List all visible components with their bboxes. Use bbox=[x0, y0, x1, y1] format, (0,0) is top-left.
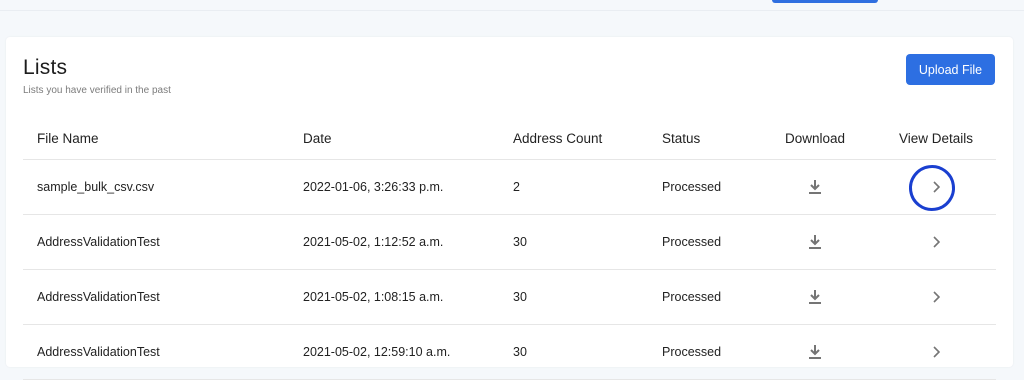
table-row: AddressValidationTest 2021-05-02, 1:08:1… bbox=[23, 270, 996, 325]
row-file-name: AddressValidationTest bbox=[37, 345, 160, 359]
header-download: Download bbox=[784, 130, 846, 146]
row-view-details-cell bbox=[889, 215, 983, 269]
download-icon[interactable] bbox=[803, 340, 827, 364]
row-view-details-cell bbox=[889, 325, 983, 379]
row-address-count: 2 bbox=[513, 180, 520, 194]
page-subtitle: Lists you have verified in the past bbox=[23, 85, 171, 96]
chevron-right-icon[interactable] bbox=[924, 340, 948, 364]
row-file-name: sample_bulk_csv.csv bbox=[37, 180, 155, 194]
chevron-right-icon[interactable] bbox=[924, 285, 948, 309]
top-bar-button[interactable] bbox=[772, 0, 878, 3]
row-status: Processed bbox=[662, 180, 722, 194]
row-date: 2021-05-02, 12:59:10 a.m. bbox=[303, 345, 451, 359]
chevron-right-icon[interactable] bbox=[924, 230, 948, 254]
table-row: sample_bulk_csv.csv 2022-01-06, 3:26:33 … bbox=[23, 160, 996, 215]
page-title: Lists bbox=[23, 56, 68, 79]
row-download-cell bbox=[775, 270, 855, 324]
row-view-details-cell bbox=[889, 270, 983, 324]
row-status: Processed bbox=[662, 345, 722, 359]
row-status: Processed bbox=[662, 290, 722, 304]
header-date: Date bbox=[303, 130, 332, 146]
download-icon[interactable] bbox=[803, 230, 827, 254]
header-status: Status bbox=[662, 130, 701, 146]
row-address-count: 30 bbox=[513, 345, 527, 359]
row-address-count: 30 bbox=[513, 290, 527, 304]
row-address-count: 30 bbox=[513, 235, 527, 249]
row-download-cell bbox=[775, 325, 855, 379]
row-status: Processed bbox=[662, 235, 722, 249]
lists-table: File Name Date Address Count Status Down… bbox=[23, 117, 996, 380]
row-date: 2022-01-06, 3:26:33 p.m. bbox=[303, 180, 444, 194]
row-file-name: AddressValidationTest bbox=[37, 290, 160, 304]
row-file-name: AddressValidationTest bbox=[37, 235, 160, 249]
header-address-count: Address Count bbox=[513, 130, 603, 146]
download-icon[interactable] bbox=[803, 175, 827, 199]
table-header-row: File Name Date Address Count Status Down… bbox=[23, 117, 996, 160]
row-download-cell bbox=[775, 160, 855, 214]
download-icon[interactable] bbox=[803, 285, 827, 309]
row-date: 2021-05-02, 1:12:52 a.m. bbox=[303, 235, 444, 249]
row-download-cell bbox=[775, 215, 855, 269]
lists-card: Lists Lists you have verified in the pas… bbox=[6, 37, 1013, 380]
row-date: 2021-05-02, 1:08:15 a.m. bbox=[303, 290, 444, 304]
table-row: AddressValidationTest 2021-05-02, 12:59:… bbox=[23, 325, 996, 380]
header-file-name: File Name bbox=[37, 130, 99, 146]
table-row: AddressValidationTest 2021-05-02, 1:12:5… bbox=[23, 215, 996, 270]
upload-file-button[interactable]: Upload File bbox=[906, 54, 995, 85]
header-view-details: View Details bbox=[898, 130, 974, 146]
